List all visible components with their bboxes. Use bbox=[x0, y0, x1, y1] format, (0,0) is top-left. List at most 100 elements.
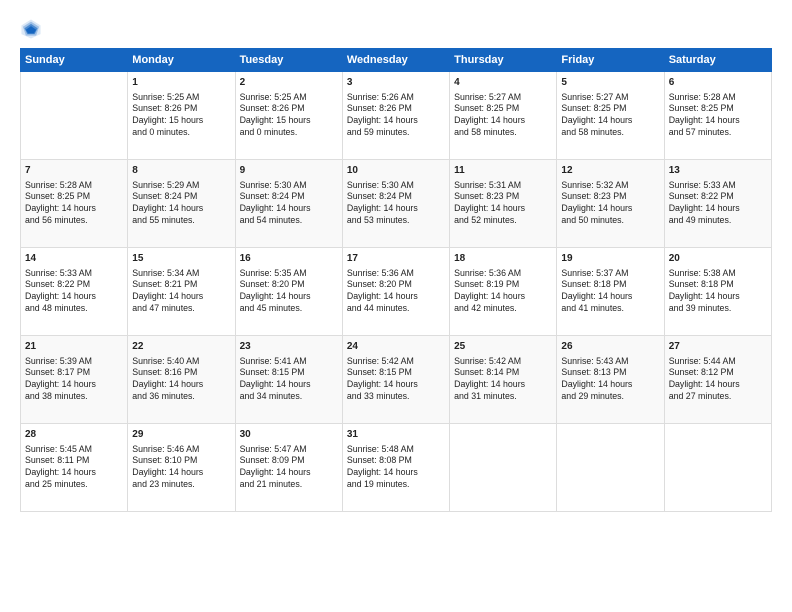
day-cell: 25Sunrise: 5:42 AMSunset: 8:14 PMDayligh… bbox=[450, 336, 557, 424]
day-info-line: Sunset: 8:26 PM bbox=[347, 103, 445, 115]
day-number: 29 bbox=[132, 428, 230, 442]
day-info-line: Sunrise: 5:34 AM bbox=[132, 268, 230, 280]
day-cell: 20Sunrise: 5:38 AMSunset: 8:18 PMDayligh… bbox=[664, 248, 771, 336]
day-info-line: Sunrise: 5:36 AM bbox=[347, 268, 445, 280]
day-info-line: and 0 minutes. bbox=[240, 127, 338, 139]
day-cell: 4Sunrise: 5:27 AMSunset: 8:25 PMDaylight… bbox=[450, 72, 557, 160]
day-info-line: Sunset: 8:25 PM bbox=[25, 191, 123, 203]
day-cell: 29Sunrise: 5:46 AMSunset: 8:10 PMDayligh… bbox=[128, 424, 235, 512]
day-cell: 11Sunrise: 5:31 AMSunset: 8:23 PMDayligh… bbox=[450, 160, 557, 248]
day-info-line: Sunset: 8:15 PM bbox=[347, 367, 445, 379]
day-info-line: Sunset: 8:18 PM bbox=[561, 279, 659, 291]
day-info-line: Sunset: 8:23 PM bbox=[454, 191, 552, 203]
day-info-line: and 42 minutes. bbox=[454, 303, 552, 315]
day-info-line: and 34 minutes. bbox=[240, 391, 338, 403]
day-info-line: and 39 minutes. bbox=[669, 303, 767, 315]
day-cell: 5Sunrise: 5:27 AMSunset: 8:25 PMDaylight… bbox=[557, 72, 664, 160]
day-number: 28 bbox=[25, 428, 123, 442]
day-info-line: Sunset: 8:22 PM bbox=[25, 279, 123, 291]
day-info-line: Daylight: 14 hours bbox=[25, 467, 123, 479]
day-info-line: Daylight: 14 hours bbox=[132, 379, 230, 391]
day-info-line: Sunrise: 5:28 AM bbox=[25, 180, 123, 192]
day-info-line: Sunset: 8:11 PM bbox=[25, 455, 123, 467]
day-info-line: Sunset: 8:17 PM bbox=[25, 367, 123, 379]
day-number: 26 bbox=[561, 340, 659, 354]
day-info-line: Daylight: 14 hours bbox=[347, 379, 445, 391]
week-row-5: 28Sunrise: 5:45 AMSunset: 8:11 PMDayligh… bbox=[21, 424, 772, 512]
day-cell bbox=[450, 424, 557, 512]
day-info-line: and 38 minutes. bbox=[25, 391, 123, 403]
day-info-line: Sunrise: 5:42 AM bbox=[454, 356, 552, 368]
day-info-line: Sunrise: 5:41 AM bbox=[240, 356, 338, 368]
day-info-line: Sunrise: 5:44 AM bbox=[669, 356, 767, 368]
day-cell: 30Sunrise: 5:47 AMSunset: 8:09 PMDayligh… bbox=[235, 424, 342, 512]
day-info-line: Daylight: 15 hours bbox=[240, 115, 338, 127]
day-info-line: Daylight: 14 hours bbox=[347, 291, 445, 303]
day-info-line: Sunrise: 5:33 AM bbox=[669, 180, 767, 192]
day-info-line: Sunset: 8:24 PM bbox=[132, 191, 230, 203]
day-info-line: Daylight: 15 hours bbox=[132, 115, 230, 127]
day-number: 17 bbox=[347, 252, 445, 266]
day-cell: 2Sunrise: 5:25 AMSunset: 8:26 PMDaylight… bbox=[235, 72, 342, 160]
day-info-line: Sunrise: 5:30 AM bbox=[347, 180, 445, 192]
day-number: 1 bbox=[132, 76, 230, 90]
day-info-line: and 0 minutes. bbox=[132, 127, 230, 139]
day-info-line: Sunrise: 5:36 AM bbox=[454, 268, 552, 280]
day-info-line: Daylight: 14 hours bbox=[347, 115, 445, 127]
day-info-line: Daylight: 14 hours bbox=[240, 291, 338, 303]
day-info-line: Sunrise: 5:42 AM bbox=[347, 356, 445, 368]
day-info-line: and 48 minutes. bbox=[25, 303, 123, 315]
day-info-line: Daylight: 14 hours bbox=[132, 467, 230, 479]
day-info-line: Sunset: 8:25 PM bbox=[454, 103, 552, 115]
day-info-line: Sunset: 8:10 PM bbox=[132, 455, 230, 467]
header bbox=[20, 18, 772, 40]
day-info-line: and 19 minutes. bbox=[347, 479, 445, 491]
day-info-line: Sunset: 8:20 PM bbox=[240, 279, 338, 291]
day-info-line: Sunrise: 5:28 AM bbox=[669, 92, 767, 104]
day-info-line: Sunrise: 5:48 AM bbox=[347, 444, 445, 456]
day-number: 4 bbox=[454, 76, 552, 90]
day-cell bbox=[664, 424, 771, 512]
day-info-line: Daylight: 14 hours bbox=[561, 115, 659, 127]
day-info-line: Sunrise: 5:32 AM bbox=[561, 180, 659, 192]
day-info-line: Sunset: 8:09 PM bbox=[240, 455, 338, 467]
day-cell: 17 Sunrise: 5:36 AMSunset: 8:20 PMDayligh… bbox=[342, 248, 449, 336]
day-number: 5 bbox=[561, 76, 659, 90]
day-cell bbox=[557, 424, 664, 512]
day-info-line: Sunrise: 5:45 AM bbox=[25, 444, 123, 456]
day-info-line: Daylight: 14 hours bbox=[669, 115, 767, 127]
day-number: 13 bbox=[669, 164, 767, 178]
day-number: 14 bbox=[25, 252, 123, 266]
day-cell: 3Sunrise: 5:26 AMSunset: 8:26 PMDaylight… bbox=[342, 72, 449, 160]
day-cell: 9Sunrise: 5:30 AMSunset: 8:24 PMDaylight… bbox=[235, 160, 342, 248]
col-header-monday: Monday bbox=[128, 49, 235, 72]
day-info-line: Sunset: 8:13 PM bbox=[561, 367, 659, 379]
day-info-line: Daylight: 14 hours bbox=[454, 203, 552, 215]
day-info-line: Sunset: 8:19 PM bbox=[454, 279, 552, 291]
day-number: 2 bbox=[240, 76, 338, 90]
day-info-line: and 31 minutes. bbox=[454, 391, 552, 403]
col-header-saturday: Saturday bbox=[664, 49, 771, 72]
day-info-line: Sunset: 8:20 PM bbox=[347, 279, 445, 291]
day-cell: 19Sunrise: 5:37 AMSunset: 8:18 PMDayligh… bbox=[557, 248, 664, 336]
day-cell: 15Sunrise: 5:34 AMSunset: 8:21 PMDayligh… bbox=[128, 248, 235, 336]
day-number: 12 bbox=[561, 164, 659, 178]
day-info-line: Daylight: 14 hours bbox=[561, 291, 659, 303]
day-info-line: Daylight: 14 hours bbox=[240, 203, 338, 215]
day-cell: 27Sunrise: 5:44 AMSunset: 8:12 PMDayligh… bbox=[664, 336, 771, 424]
col-header-tuesday: Tuesday bbox=[235, 49, 342, 72]
day-number: 23 bbox=[240, 340, 338, 354]
header-row: SundayMondayTuesdayWednesdayThursdayFrid… bbox=[21, 49, 772, 72]
day-info-line: and 36 minutes. bbox=[132, 391, 230, 403]
day-info-line: Sunrise: 5:29 AM bbox=[132, 180, 230, 192]
day-number: 7 bbox=[25, 164, 123, 178]
day-info-line: Daylight: 14 hours bbox=[669, 203, 767, 215]
day-info-line: Sunset: 8:24 PM bbox=[347, 191, 445, 203]
page: SundayMondayTuesdayWednesdayThursdayFrid… bbox=[0, 0, 792, 612]
day-cell: 16Sunrise: 5:35 AMSunset: 8:20 PMDayligh… bbox=[235, 248, 342, 336]
day-number: 30 bbox=[240, 428, 338, 442]
day-info-line: and 25 minutes. bbox=[25, 479, 123, 491]
day-info-line: Sunset: 8:21 PM bbox=[132, 279, 230, 291]
day-info-line: Sunset: 8:16 PM bbox=[132, 367, 230, 379]
day-cell: 28 Sunrise: 5:45 AMSunset: 8:11 PMDayligh… bbox=[21, 424, 128, 512]
